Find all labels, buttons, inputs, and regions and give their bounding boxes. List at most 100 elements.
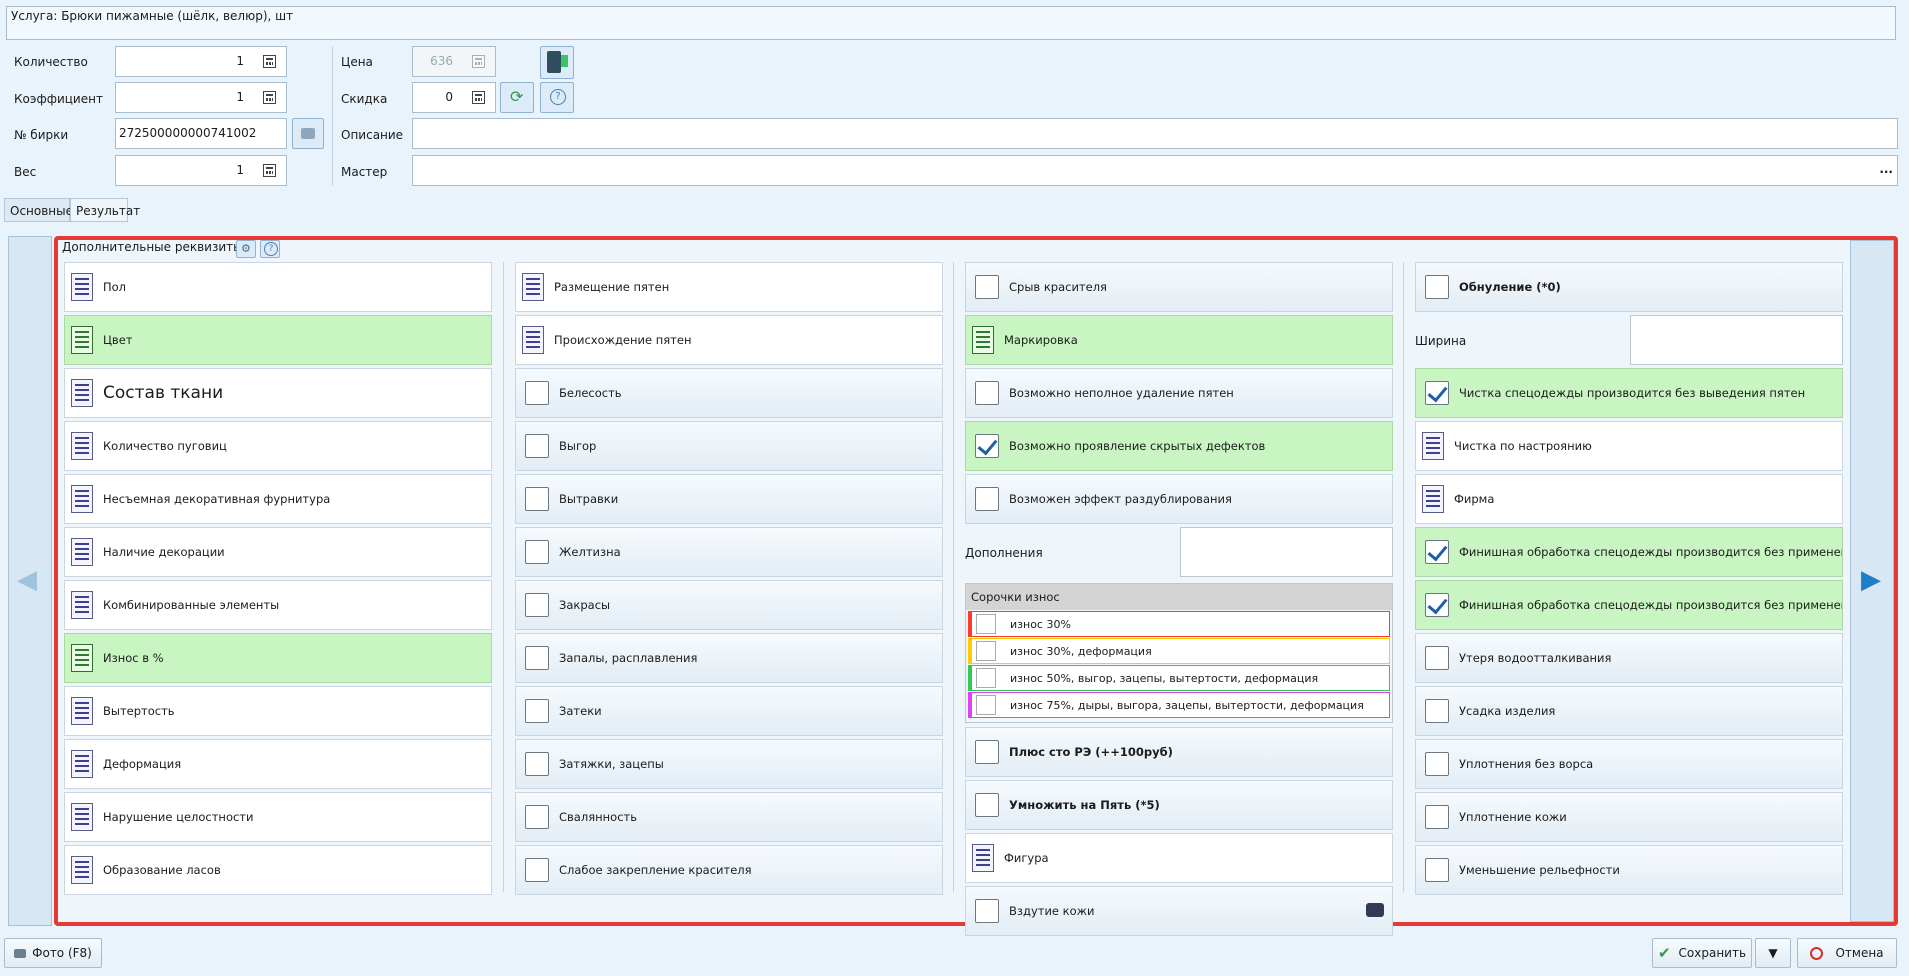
attribute-item[interactable]: Происхождение пятен	[515, 315, 943, 365]
attribute-item[interactable]: Несъемная декоративная фурнитура	[64, 474, 492, 524]
attribute-item[interactable]: Нарушение целостности	[64, 792, 492, 842]
attribute-item[interactable]: Возможно проявление скрытых дефектов	[965, 421, 1393, 471]
weight-field[interactable]: 1	[115, 155, 287, 186]
checkbox-checked[interactable]	[1425, 593, 1449, 617]
tab-result[interactable]: Результат	[70, 198, 140, 222]
attribute-item[interactable]: Комбинированные элементы	[64, 580, 492, 630]
attribute-item[interactable]: Желтизна	[515, 527, 943, 577]
save-button[interactable]: ✔ Сохранить	[1652, 938, 1752, 968]
attribute-item[interactable]: Износ в %	[64, 633, 492, 683]
checkbox-checked[interactable]	[1425, 381, 1449, 405]
attribute-item[interactable]: Наличие декорации	[64, 527, 492, 577]
attribute-item[interactable]: Затеки	[515, 686, 943, 736]
checkbox[interactable]	[975, 899, 999, 923]
additions-input[interactable]	[1180, 527, 1393, 577]
calculator-mode-button[interactable]	[540, 46, 574, 79]
attribute-item[interactable]: Фирма	[1415, 474, 1843, 524]
checkbox[interactable]	[1425, 858, 1449, 882]
calculator-icon[interactable]	[263, 164, 276, 177]
checkbox[interactable]	[1425, 699, 1449, 723]
checkbox[interactable]	[1425, 646, 1449, 670]
checkbox[interactable]	[525, 858, 549, 882]
attribute-item[interactable]: Размещение пятен	[515, 262, 943, 312]
attribute-item[interactable]: Вытертость	[64, 686, 492, 736]
attribute-item[interactable]: Затяжки, зацепы	[515, 739, 943, 789]
attribute-item[interactable]: Белесость	[515, 368, 943, 418]
wear-option[interactable]: износ 30%	[968, 611, 1390, 637]
checkbox[interactable]	[525, 699, 549, 723]
width-input[interactable]	[1630, 315, 1843, 365]
checkbox[interactable]	[976, 641, 996, 661]
attribute-item[interactable]: Вытравки	[515, 474, 943, 524]
attribute-item[interactable]: Обнуление (*0)	[1415, 262, 1843, 312]
attribute-item[interactable]: Умножить на Пять (*5)	[965, 780, 1393, 830]
calculator-icon[interactable]	[263, 91, 276, 104]
attribute-item[interactable]: Пол	[64, 262, 492, 312]
attribute-item[interactable]: Возможно неполное удаление пятен	[965, 368, 1393, 418]
checkbox[interactable]	[975, 793, 999, 817]
wear-option[interactable]: износ 50%, выгор, зацепы, вытертости, де…	[968, 665, 1390, 691]
checkbox[interactable]	[976, 614, 996, 634]
checkbox[interactable]	[975, 740, 999, 764]
save-dropdown-button[interactable]: ▼	[1755, 938, 1791, 968]
checkbox[interactable]	[976, 695, 996, 715]
discount-help-button[interactable]: ?	[540, 82, 574, 113]
calculator-icon[interactable]	[263, 55, 276, 68]
description-field[interactable]	[412, 118, 1898, 149]
panel-help-button[interactable]: ?	[260, 240, 280, 258]
camera-icon[interactable]	[1366, 903, 1384, 917]
refresh-discount-button[interactable]: ⟳	[500, 82, 534, 113]
wear-option[interactable]: износ 75%, дыры, выгора, зацепы, вытерто…	[968, 692, 1390, 718]
checkbox[interactable]	[525, 593, 549, 617]
checkbox[interactable]	[525, 434, 549, 458]
attribute-item[interactable]: Чистка спецодежды производится без вывед…	[1415, 368, 1843, 418]
attribute-item[interactable]: Срыв красителя	[965, 262, 1393, 312]
checkbox[interactable]	[525, 646, 549, 670]
attribute-item[interactable]: Запалы, расплавления	[515, 633, 943, 683]
master-ellipsis-button[interactable]: ...	[1879, 162, 1893, 176]
coefficient-field[interactable]: 1	[115, 82, 287, 113]
checkbox-checked[interactable]	[1425, 540, 1449, 564]
discount-field[interactable]: 0	[412, 82, 496, 113]
attribute-item[interactable]: Утеря водоотталкивания	[1415, 633, 1843, 683]
checkbox[interactable]	[525, 752, 549, 776]
tag-field[interactable]: 272500000000741002	[115, 118, 287, 149]
checkbox[interactable]	[976, 668, 996, 688]
attribute-item[interactable]: Деформация	[64, 739, 492, 789]
checkbox[interactable]	[525, 381, 549, 405]
attribute-item[interactable]: Возможен эффект раздублирования	[965, 474, 1393, 524]
attribute-item[interactable]: Количество пуговиц	[64, 421, 492, 471]
quantity-field[interactable]: 1	[115, 46, 287, 77]
attribute-item[interactable]: Закрасы	[515, 580, 943, 630]
attribute-item[interactable]: Чистка по настроянию	[1415, 421, 1843, 471]
photo-button[interactable]: Фото (F8)	[4, 938, 102, 968]
attribute-item[interactable]: Плюс сто РЭ (++100руб)	[965, 727, 1393, 777]
attribute-item[interactable]: Уплотнения без ворса	[1415, 739, 1843, 789]
checkbox[interactable]	[525, 487, 549, 511]
checkbox-checked[interactable]	[975, 434, 999, 458]
master-field[interactable]: ...	[412, 155, 1898, 186]
prev-page-button[interactable]: ◀	[8, 236, 52, 926]
calculator-icon[interactable]	[472, 91, 485, 104]
checkbox[interactable]	[1425, 275, 1449, 299]
print-tag-button[interactable]	[292, 118, 324, 149]
checkbox[interactable]	[975, 381, 999, 405]
checkbox[interactable]	[525, 540, 549, 564]
checkbox[interactable]	[975, 275, 999, 299]
attribute-item[interactable]: Выгор	[515, 421, 943, 471]
attribute-item[interactable]: Образование ласов	[64, 845, 492, 895]
checkbox[interactable]	[525, 805, 549, 829]
attribute-item[interactable]: Вздутие кожи	[965, 886, 1393, 936]
attribute-item[interactable]: Маркировка	[965, 315, 1393, 365]
attribute-item[interactable]: Слабое закрепление красителя	[515, 845, 943, 895]
attribute-item[interactable]: Уменьшение рельефности	[1415, 845, 1843, 895]
attribute-item[interactable]: Цвет	[64, 315, 492, 365]
wear-option[interactable]: износ 30%, деформация	[968, 638, 1390, 664]
attribute-item[interactable]: Свалянность	[515, 792, 943, 842]
checkbox[interactable]	[975, 487, 999, 511]
checkbox[interactable]	[1425, 752, 1449, 776]
panel-settings-button[interactable]: ⚙	[236, 240, 256, 258]
checkbox[interactable]	[1425, 805, 1449, 829]
next-page-button[interactable]: ▶	[1850, 240, 1894, 922]
tab-main[interactable]: Основные	[4, 198, 73, 222]
